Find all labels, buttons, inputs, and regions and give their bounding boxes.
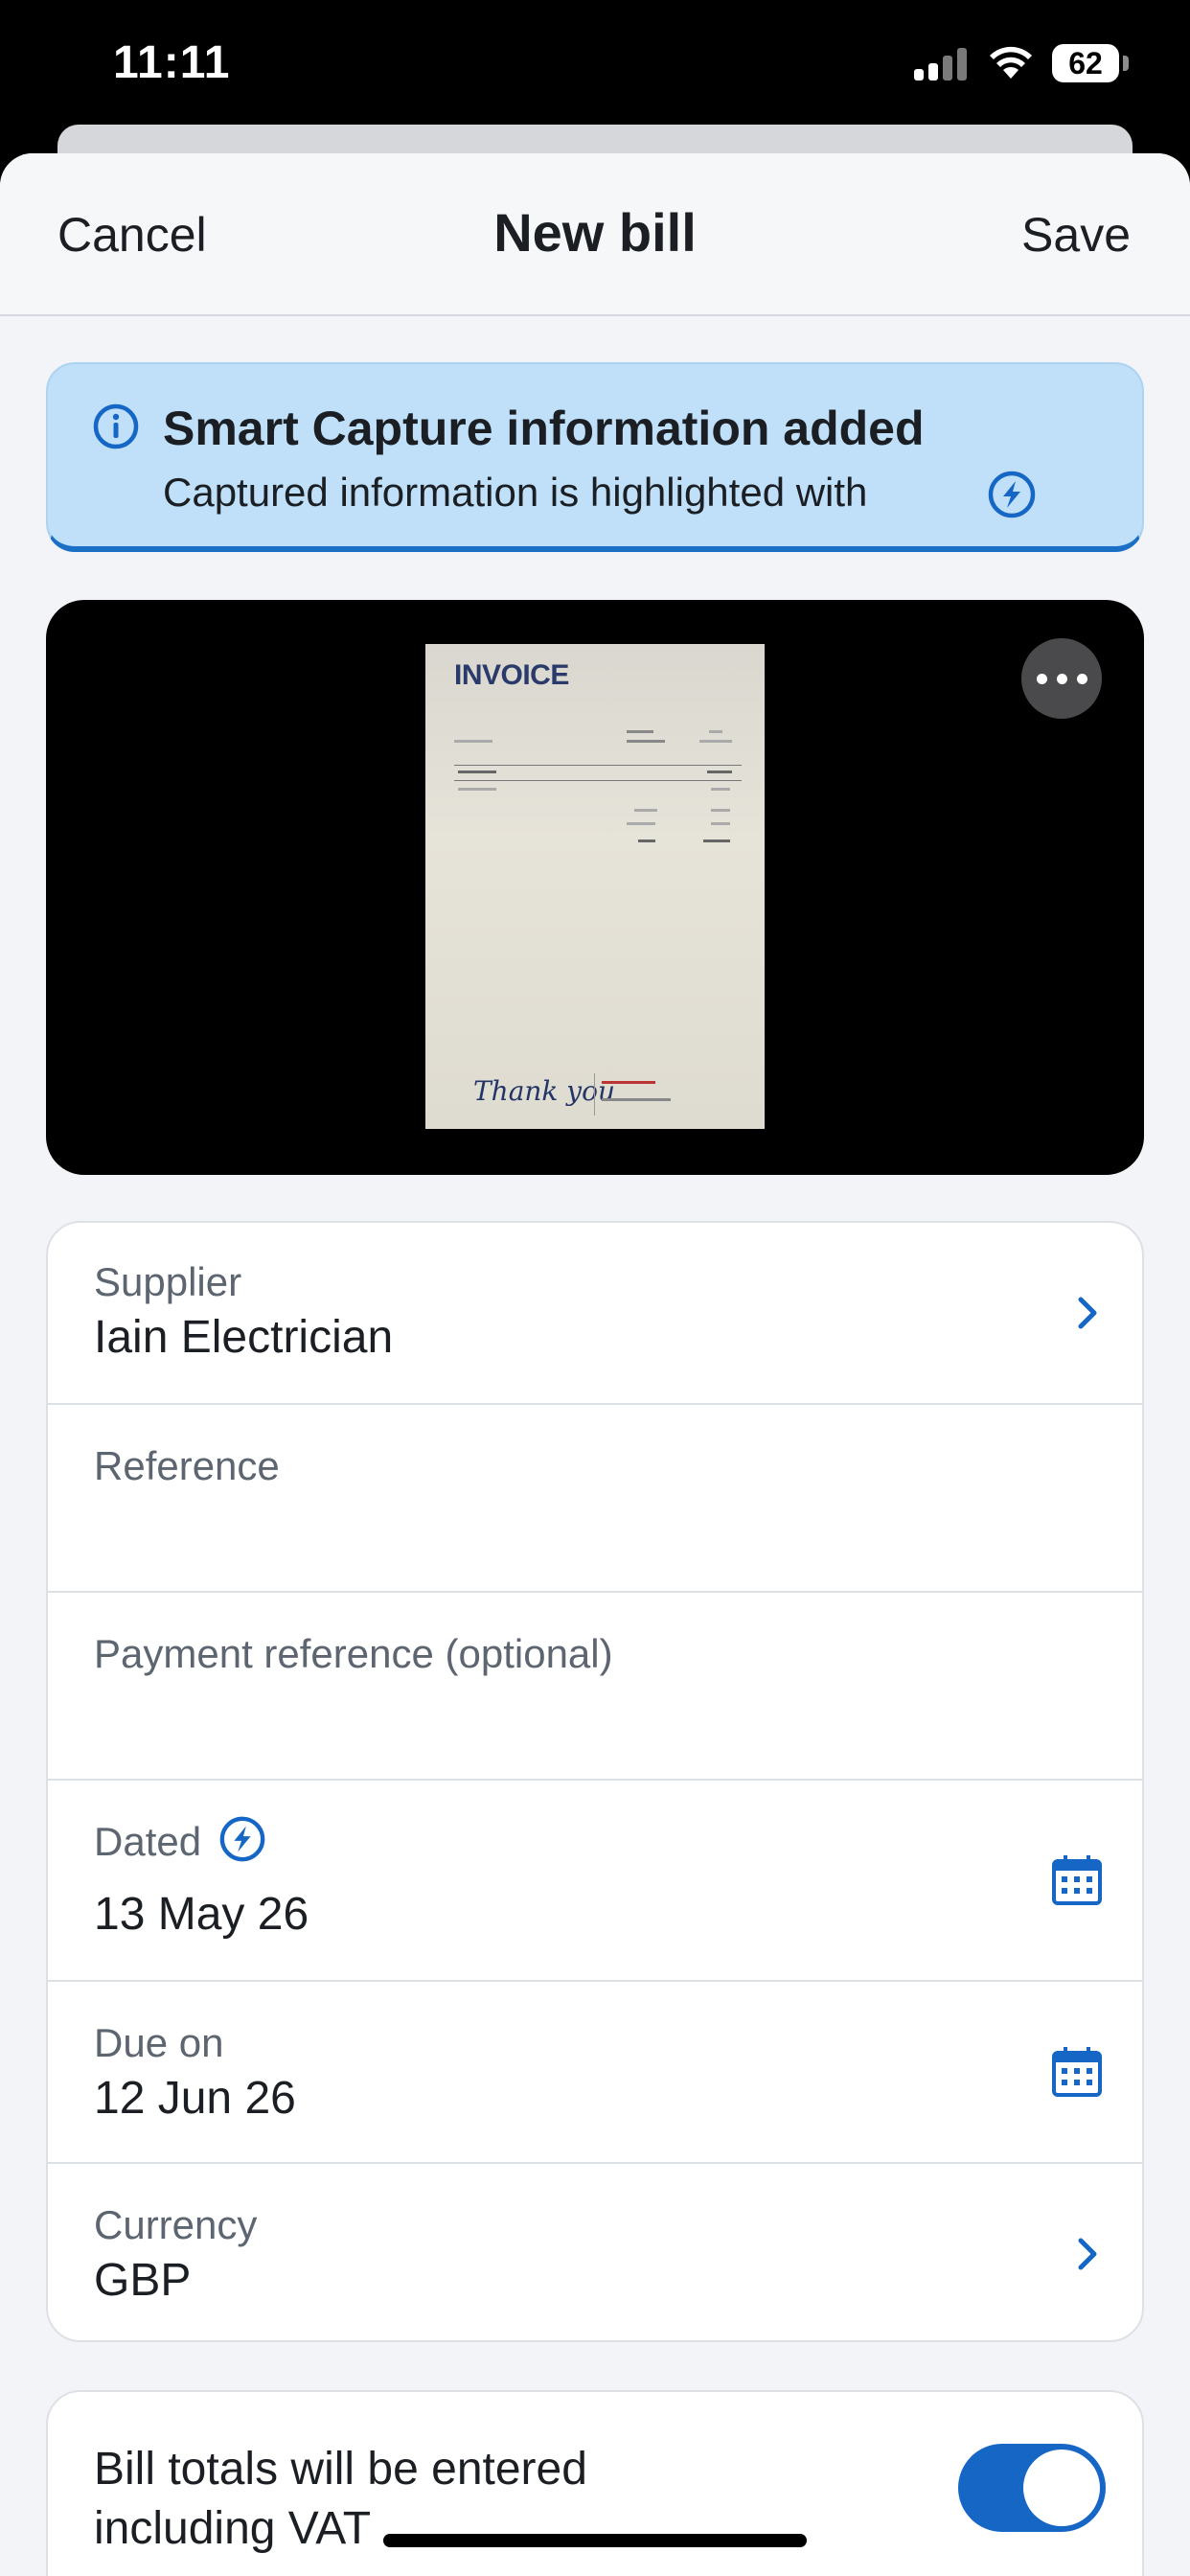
invoice-rule <box>454 765 742 766</box>
cellular-signal-icon <box>914 48 970 80</box>
currency-label: Currency <box>94 2202 258 2247</box>
supplier-label: Supplier <box>94 1259 242 1304</box>
dated-label: Dated <box>94 1819 202 1864</box>
payment-reference-label: Payment reference (optional) <box>94 1631 613 1676</box>
invoice-rule <box>454 780 742 781</box>
info-icon <box>93 403 139 449</box>
nav-bar: Cancel New bill Save <box>0 153 1190 316</box>
save-button[interactable]: Save <box>1021 207 1131 263</box>
more-options-button[interactable] <box>1021 638 1102 719</box>
dated-row[interactable]: Dated 13 May 26 <box>48 1781 1142 1982</box>
invoice-detail <box>709 730 722 733</box>
battery-indicator: 62 <box>1052 44 1119 82</box>
invoice-detail <box>711 788 730 791</box>
reference-label: Reference <box>94 1443 280 1488</box>
currency-row[interactable]: Currency GBP <box>48 2164 1142 2340</box>
attachment-viewer[interactable]: INVOICE Thank you <box>46 600 1144 1175</box>
calendar-icon[interactable] <box>1050 1853 1104 1907</box>
bill-form: Supplier Iain Electrician Reference Paym… <box>46 1221 1144 2342</box>
vat-toggle[interactable] <box>958 2444 1106 2532</box>
status-time: 11:11 <box>113 37 231 88</box>
toggle-knob <box>1023 2450 1100 2526</box>
invoice-image[interactable]: INVOICE Thank you <box>425 644 765 1129</box>
chevron-right-icon <box>1078 1297 1097 1329</box>
invoice-detail <box>638 840 655 842</box>
due-on-label: Due on <box>94 2020 224 2065</box>
chevron-right-icon <box>1078 2238 1097 2270</box>
invoice-detail <box>602 1081 655 1084</box>
due-on-row[interactable]: Due on 12 Jun 26 <box>48 1982 1142 2164</box>
invoice-detail <box>711 809 730 812</box>
smart-capture-icon <box>988 471 1036 518</box>
invoice-divider <box>594 1073 595 1116</box>
supplier-value: Iain Electrician <box>94 1312 394 1363</box>
invoice-detail <box>699 740 732 743</box>
currency-value: GBP <box>94 2255 192 2306</box>
invoice-detail <box>454 740 492 743</box>
page-title: New bill <box>493 202 697 263</box>
smart-capture-icon <box>219 1816 265 1862</box>
new-bill-sheet: Cancel New bill Save Smart Capture infor… <box>0 153 1190 2576</box>
due-on-value: 12 Jun 26 <box>94 2073 296 2124</box>
invoice-detail <box>627 822 655 825</box>
reference-row[interactable]: Reference <box>48 1405 1142 1593</box>
vat-setting-card: Bill totals will be entered including VA… <box>46 2390 1144 2576</box>
battery-nub <box>1123 56 1129 71</box>
invoice-detail <box>707 770 732 773</box>
wifi-icon <box>990 46 1032 79</box>
invoice-title: INVOICE <box>454 659 569 691</box>
invoice-detail <box>703 840 730 842</box>
invoice-detail <box>627 740 665 743</box>
invoice-detail <box>711 822 730 825</box>
home-indicator[interactable] <box>383 2534 807 2547</box>
status-bar: 11:11 62 <box>0 0 1190 134</box>
invoice-detail <box>602 1098 671 1101</box>
invoice-detail <box>634 809 657 812</box>
payment-reference-row[interactable]: Payment reference (optional) <box>48 1593 1142 1781</box>
dated-value: 13 May 26 <box>94 1889 309 1940</box>
banner-title: Smart Capture information added <box>163 402 925 455</box>
invoice-detail <box>458 788 496 791</box>
supplier-row[interactable]: Supplier Iain Electrician <box>48 1223 1142 1405</box>
invoice-detail <box>627 730 653 733</box>
banner-text: Captured information is highlighted with <box>163 470 868 515</box>
smart-capture-banner: Smart Capture information added Captured… <box>46 362 1144 552</box>
calendar-icon[interactable] <box>1050 2045 1104 2099</box>
invoice-detail <box>458 770 496 773</box>
